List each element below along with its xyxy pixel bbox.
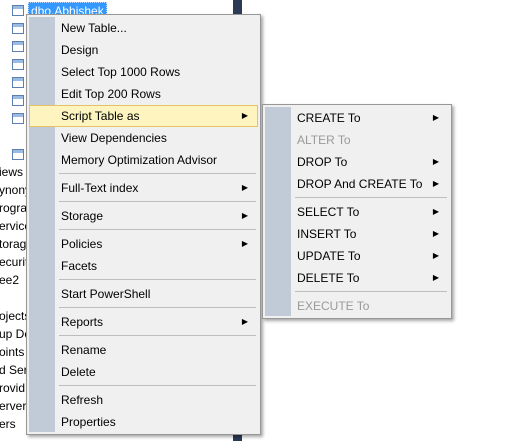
table-icon bbox=[12, 23, 24, 35]
submenu-arrow-icon: ▶ bbox=[241, 317, 248, 326]
submenu-arrow-icon: ▶ bbox=[241, 211, 248, 220]
menu-item-memory-optimization-advisor[interactable]: Memory Optimization Advisor bbox=[29, 149, 258, 171]
menu-item-label: EXECUTE To bbox=[297, 299, 370, 313]
tree-node-security[interactable]: ecurit bbox=[0, 253, 28, 271]
menu-item-label: Rename bbox=[61, 343, 107, 357]
submenu-arrow-icon: ▶ bbox=[432, 273, 439, 282]
menu-item-storage[interactable]: Storage ▶ bbox=[29, 205, 258, 227]
menu-item-label: Full-Text index bbox=[61, 181, 139, 195]
menu-item-select-to[interactable]: SELECT To ▶ bbox=[265, 201, 449, 223]
submenu-arrow-icon: ▶ bbox=[432, 179, 439, 188]
submenu-arrow-icon: ▶ bbox=[241, 183, 248, 192]
menu-item-label: Select Top 1000 Rows bbox=[61, 65, 181, 79]
menu-separator bbox=[59, 307, 256, 308]
menu-item-label: SELECT To bbox=[297, 205, 360, 219]
menu-separator bbox=[295, 291, 447, 292]
menu-item-full-text-index[interactable]: Full-Text index ▶ bbox=[29, 177, 258, 199]
menu-item-label: Edit Top 200 Rows bbox=[61, 87, 161, 101]
tree-node-endpoints[interactable]: oints bbox=[0, 343, 24, 361]
menu-item-edit-top-rows[interactable]: Edit Top 200 Rows bbox=[29, 83, 258, 105]
menu-item-facets[interactable]: Facets bbox=[29, 255, 258, 277]
menu-item-refresh[interactable]: Refresh bbox=[29, 389, 258, 411]
menu-item-label: Delete bbox=[61, 365, 96, 379]
menu-item-label: Memory Optimization Advisor bbox=[61, 153, 218, 167]
menu-separator bbox=[59, 385, 256, 386]
menu-item-policies[interactable]: Policies ▶ bbox=[29, 233, 258, 255]
menu-item-update-to[interactable]: UPDATE To ▶ bbox=[265, 245, 449, 267]
tree-node-server-objects[interactable]: erver bbox=[0, 397, 26, 415]
menu-item-drop-to[interactable]: DROP To ▶ bbox=[265, 151, 449, 173]
menu-item-label: CREATE To bbox=[297, 111, 361, 125]
menu-separator bbox=[59, 173, 256, 174]
menu-item-delete[interactable]: Delete bbox=[29, 361, 258, 383]
submenu-arrow-icon: ▶ bbox=[432, 229, 439, 238]
menu-item-label: Design bbox=[61, 43, 99, 57]
menu-item-properties[interactable]: Properties bbox=[29, 411, 258, 433]
menu-item-design[interactable]: Design bbox=[29, 39, 258, 61]
menu-item-rename[interactable]: Rename bbox=[29, 339, 258, 361]
menu-item-start-powershell[interactable]: Start PowerShell bbox=[29, 283, 258, 305]
menu-item-label: UPDATE To bbox=[297, 249, 361, 263]
menu-item-label: DELETE To bbox=[297, 271, 360, 285]
menu-item-view-dependencies[interactable]: View Dependencies bbox=[29, 127, 258, 149]
menu-item-label: DROP And CREATE To bbox=[297, 177, 423, 191]
submenu-arrow-icon: ▶ bbox=[241, 239, 248, 248]
menu-item-drop-and-create-to[interactable]: DROP And CREATE To ▶ bbox=[265, 173, 449, 195]
tree-node-database-2[interactable]: ee2 bbox=[0, 271, 19, 289]
menu-item-label: Properties bbox=[61, 415, 116, 429]
menu-separator bbox=[295, 197, 447, 198]
table-icon bbox=[12, 149, 24, 161]
menu-item-select-top-rows[interactable]: Select Top 1000 Rows bbox=[29, 61, 258, 83]
menu-item-new-table[interactable]: New Table... bbox=[29, 17, 258, 39]
table-context-menu: New Table... Design Select Top 1000 Rows… bbox=[26, 14, 261, 435]
menu-item-label: DROP To bbox=[297, 155, 348, 169]
table-icon bbox=[12, 41, 24, 53]
tree-node-providers[interactable]: rovid bbox=[0, 379, 25, 397]
menu-item-label: Policies bbox=[61, 237, 103, 251]
tree-node-programmability[interactable]: rogra bbox=[0, 199, 27, 217]
menu-item-label: ALTER To bbox=[297, 133, 351, 147]
menu-item-label: New Table... bbox=[61, 21, 127, 35]
menu-item-alter-to: ALTER To bbox=[265, 129, 449, 151]
submenu-arrow-icon: ▶ bbox=[432, 207, 439, 216]
table-icon bbox=[12, 95, 24, 107]
tree-node-storage[interactable]: torag bbox=[0, 235, 26, 253]
menu-separator bbox=[59, 201, 256, 202]
menu-item-execute-to: EXECUTE To bbox=[265, 295, 449, 317]
menu-item-create-to[interactable]: CREATE To ▶ bbox=[265, 107, 449, 129]
menu-separator bbox=[59, 229, 256, 230]
tree-node-views[interactable]: iews bbox=[0, 163, 23, 181]
menu-item-reports[interactable]: Reports ▶ bbox=[29, 311, 258, 333]
table-icon bbox=[12, 59, 24, 71]
submenu-arrow-icon: ▶ bbox=[432, 113, 439, 122]
table-icon bbox=[12, 77, 24, 89]
menu-item-script-table-as[interactable]: Script Table as ▶ bbox=[29, 105, 258, 127]
menu-separator bbox=[59, 279, 256, 280]
menu-item-label: Script Table as bbox=[61, 109, 140, 123]
menu-item-label: Refresh bbox=[61, 393, 104, 407]
menu-item-label: Start PowerShell bbox=[61, 287, 151, 301]
menu-item-label: INSERT To bbox=[297, 227, 357, 241]
tree-node-linked-servers[interactable]: d Ser bbox=[0, 361, 28, 379]
table-icon bbox=[12, 113, 24, 125]
menu-item-delete-to[interactable]: DELETE To ▶ bbox=[265, 267, 449, 289]
submenu-arrow-icon: ▶ bbox=[432, 157, 439, 166]
menu-item-label: Facets bbox=[61, 259, 98, 273]
tree-node-users[interactable]: ers bbox=[0, 415, 16, 433]
menu-item-insert-to[interactable]: INSERT To ▶ bbox=[265, 223, 449, 245]
submenu-arrow-icon: ▶ bbox=[432, 251, 439, 260]
menu-item-label: Reports bbox=[61, 315, 104, 329]
menu-item-label: Storage bbox=[61, 209, 104, 223]
submenu-arrow-icon: ▶ bbox=[241, 111, 248, 120]
table-icon bbox=[12, 5, 24, 17]
menu-separator bbox=[59, 335, 256, 336]
menu-item-label: View Dependencies bbox=[61, 131, 167, 145]
script-table-as-submenu: CREATE To ▶ ALTER To DROP To ▶ DROP And … bbox=[262, 104, 452, 319]
